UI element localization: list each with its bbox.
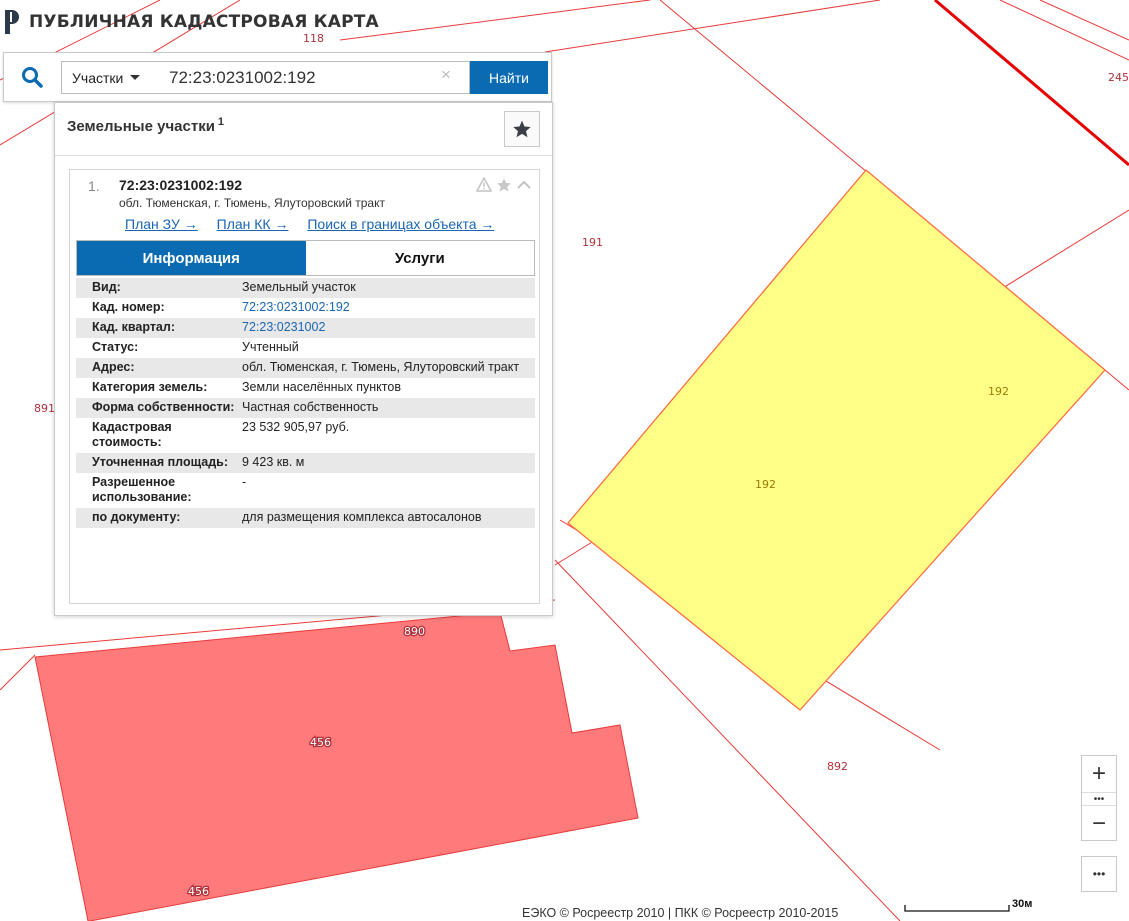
- clear-icon[interactable]: ×: [441, 65, 451, 85]
- link-plan-kk[interactable]: План КК →: [217, 216, 289, 232]
- chevron-up-icon[interactable]: [515, 176, 533, 194]
- result-links: План ЗУ → План КК → Поиск в границах объ…: [125, 216, 509, 232]
- zoom-out-button[interactable]: −: [1082, 806, 1116, 842]
- result-cad-number[interactable]: 72:23:0231002:192: [119, 177, 242, 193]
- zoom-level-dots[interactable]: •••: [1082, 792, 1116, 806]
- info-row: Кадастровая стоимость: 23 532 905,97 руб.: [92, 420, 350, 449]
- building-456[interactable]: [34, 611, 639, 921]
- more-tools-button[interactable]: •••: [1081, 856, 1117, 892]
- scale-bar: [904, 905, 1010, 912]
- warning-icon[interactable]: [475, 176, 493, 194]
- link-search-in-bounds[interactable]: Поиск в границах объекта →: [307, 216, 494, 232]
- app-title: ПУБЛИЧНАЯ КАДАСТРОВАЯ КАРТА: [29, 12, 379, 32]
- map-label-192-edge: 192: [988, 385, 1009, 398]
- results-panel: Земельные участки 1 1. 72:23:0231002:192 …: [54, 102, 553, 616]
- search-bar: Участки × Найти: [3, 52, 552, 102]
- map-label-191: 191: [582, 236, 603, 249]
- map-label-890: 890: [404, 625, 425, 638]
- map-label-192-center: 192: [755, 478, 776, 491]
- map-label-456-corner: 456: [188, 885, 209, 898]
- search-type-label: Участки: [72, 69, 124, 86]
- info-row: Вид: Земельный участок: [76, 278, 535, 298]
- search-input[interactable]: [155, 61, 470, 94]
- favorites-button[interactable]: [504, 111, 540, 147]
- zoom-in-button[interactable]: +: [1082, 756, 1116, 792]
- tab-information[interactable]: Информация: [77, 241, 306, 275]
- zoom-control: + ••• −: [1081, 755, 1117, 841]
- result-index: 1.: [88, 178, 100, 194]
- search-type-select[interactable]: Участки: [61, 61, 156, 94]
- info-row: Разрешенное использование: -: [92, 475, 247, 504]
- info-row: Категория земель: Земли населённых пункто…: [92, 380, 401, 394]
- map-label-892: 892: [827, 760, 848, 773]
- find-button[interactable]: Найти: [470, 61, 548, 94]
- map-label-456: 456: [310, 736, 331, 749]
- info-row: Кад. номер: 72:23:0231002:192: [92, 300, 350, 314]
- map-label-891: 891: [34, 402, 55, 415]
- info-row: Адрес: обл. Тюменская, г. Тюмень, Ялуторо…: [76, 358, 535, 378]
- info-row: Форма собственности: Частная собственност…: [76, 398, 535, 418]
- results-header: Земельные участки 1: [55, 103, 552, 156]
- info-row: Статус: Учтенный: [92, 340, 299, 354]
- results-title: Земельные участки 1: [67, 116, 224, 135]
- result-address: обл. Тюменская, г. Тюмень, Ялуторовский …: [119, 196, 385, 210]
- result-actions: [475, 176, 533, 194]
- info-row: по документу: для размещения комплекса ав…: [76, 508, 535, 528]
- star-icon: [513, 120, 531, 138]
- results-title-text: Земельные участки: [67, 118, 215, 135]
- link-plan-zu[interactable]: План ЗУ →: [125, 216, 198, 232]
- scale-label: 30м: [1012, 898, 1033, 910]
- info-row: Кад. квартал: 72:23:0231002: [76, 318, 535, 338]
- search-icon[interactable]: [12, 61, 52, 93]
- logo-icon: [5, 10, 19, 34]
- tab-services[interactable]: Услуги: [305, 241, 534, 275]
- parcel-192-highlight[interactable]: [567, 169, 1106, 711]
- result-tabs: Информация Услуги: [76, 240, 535, 276]
- app-logo[interactable]: ПУБЛИЧНАЯ КАДАСТРОВАЯ КАРТА: [3, 8, 379, 36]
- info-row: Уточненная площадь: 9 423 кв. м: [76, 453, 535, 473]
- result-card: 1. 72:23:0231002:192 обл. Тюменская, г. …: [69, 169, 540, 604]
- map-label-245: 245: [1108, 71, 1129, 84]
- chevron-down-icon: [130, 75, 141, 80]
- copyright-text: ЕЭКО © Росреестр 2010 | ПКК © Росреестр …: [522, 906, 839, 920]
- results-count: 1: [217, 116, 225, 128]
- star-icon[interactable]: [495, 176, 513, 194]
- info-table: Вид: Земельный участок Кад. номер: 72:23:0…: [76, 278, 535, 528]
